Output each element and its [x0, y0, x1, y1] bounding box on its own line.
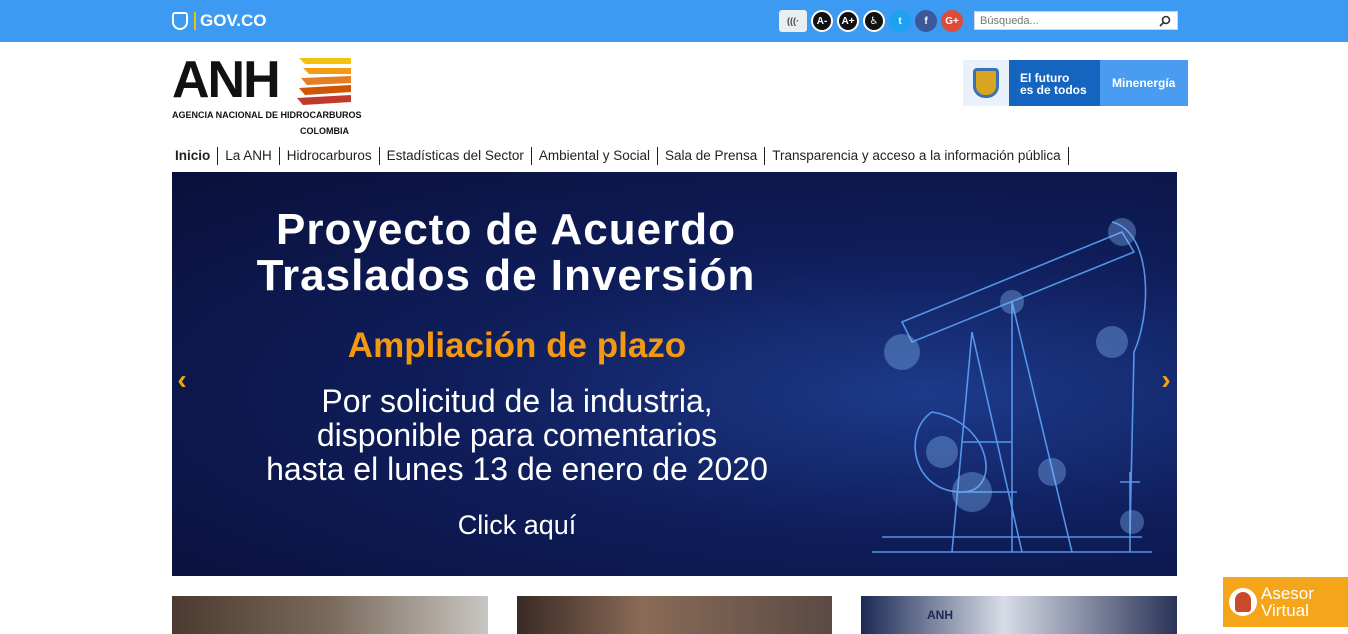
oil-pumpjack-illustration: [872, 218, 1152, 553]
gov-slogan: El futuro es de todos: [1009, 60, 1100, 106]
asesor-line1: Asesor: [1261, 584, 1314, 603]
asesor-line2: Virtual: [1261, 601, 1309, 620]
banner-body-line2: disponible para comentarios: [316, 417, 718, 453]
accessibility-toolbar: (((· A- A+ ♿ t f G+: [779, 9, 963, 33]
nav-item-estadisticas[interactable]: Estadísticas del Sector: [380, 147, 532, 165]
news-thumbnail-2[interactable]: [517, 596, 832, 634]
twitter-icon[interactable]: t: [889, 10, 911, 32]
ministry-label: Minenergía: [1100, 60, 1188, 106]
anh-flame-stripes-icon: [297, 58, 351, 105]
colombia-shield-icon: [172, 12, 188, 30]
nav-item-la-anh[interactable]: La ANH: [218, 147, 280, 165]
news-thumbnail-3[interactable]: ANH: [861, 596, 1177, 634]
minenergia-badge[interactable]: El futuro es de todos Minenergía: [963, 60, 1188, 106]
carousel-next-arrow-icon[interactable]: ›: [1156, 366, 1176, 394]
gov-co-logo[interactable]: GOV.CO: [172, 11, 266, 31]
gov-top-bar: GOV.CO (((· A- A+ ♿ t f G+: [0, 0, 1348, 42]
anh-country: COLOMBIA: [300, 126, 349, 136]
font-increase-icon[interactable]: A+: [837, 10, 859, 32]
anh-agency-name: AGENCIA NACIONAL DE HIDROCARBUROS: [172, 110, 362, 120]
google-plus-icon[interactable]: G+: [941, 10, 963, 32]
gov-slogan-line2: es de todos: [1020, 83, 1087, 97]
asesor-virtual-label: Asesor Virtual: [1261, 585, 1314, 619]
accessibility-icon[interactable]: ♿: [863, 10, 885, 32]
gov-co-label: GOV.CO: [200, 11, 267, 30]
audio-reader-icon[interactable]: (((·: [779, 10, 807, 32]
assistant-avatar-icon: [1229, 588, 1257, 616]
nav-item-inicio[interactable]: Inicio: [172, 147, 219, 165]
logo-divider: [194, 12, 196, 30]
banner-title-line1: Proyecto de Acuerdo: [276, 205, 736, 254]
news-thumbnail-3-logo: ANH: [927, 608, 953, 622]
banner-body-line3: hasta el lunes 13 de enero de 2020: [266, 451, 768, 487]
hero-banner[interactable]: Proyecto de Acuerdo Traslados de Inversi…: [172, 172, 1177, 576]
search-box: [974, 11, 1178, 30]
banner-body-line1: Por solicitud de la industria,: [321, 383, 713, 419]
carousel-prev-arrow-icon[interactable]: ‹: [172, 366, 192, 394]
banner-cta-link[interactable]: Click aquí: [172, 510, 862, 541]
nav-item-hidrocarburos[interactable]: Hidrocarburos: [280, 147, 380, 165]
news-thumbnail-1[interactable]: [172, 596, 488, 634]
nav-item-sala-prensa[interactable]: Sala de Prensa: [658, 147, 766, 165]
national-crest-icon: [963, 60, 1009, 106]
facebook-icon[interactable]: f: [915, 10, 937, 32]
anh-logo-letters: ANH: [172, 51, 281, 109]
search-input[interactable]: [975, 12, 1155, 29]
search-icon[interactable]: [1155, 12, 1175, 29]
banner-title-line2: Traslados de Inversión: [256, 251, 756, 300]
font-decrease-icon[interactable]: A-: [811, 10, 833, 32]
nav-item-ambiental[interactable]: Ambiental y Social: [532, 147, 658, 165]
anh-logo[interactable]: ANH AGENCIA NACIONAL DE HIDROCARBUROS CO…: [172, 51, 362, 140]
asesor-virtual-button[interactable]: Asesor Virtual: [1221, 575, 1348, 629]
nav-item-transparencia[interactable]: Transparencia y acceso a la información …: [765, 147, 1069, 165]
banner-subtitle: Ampliación de plazo: [347, 326, 687, 365]
main-nav: Inicio La ANH Hidrocarburos Estadísticas…: [172, 146, 1069, 166]
